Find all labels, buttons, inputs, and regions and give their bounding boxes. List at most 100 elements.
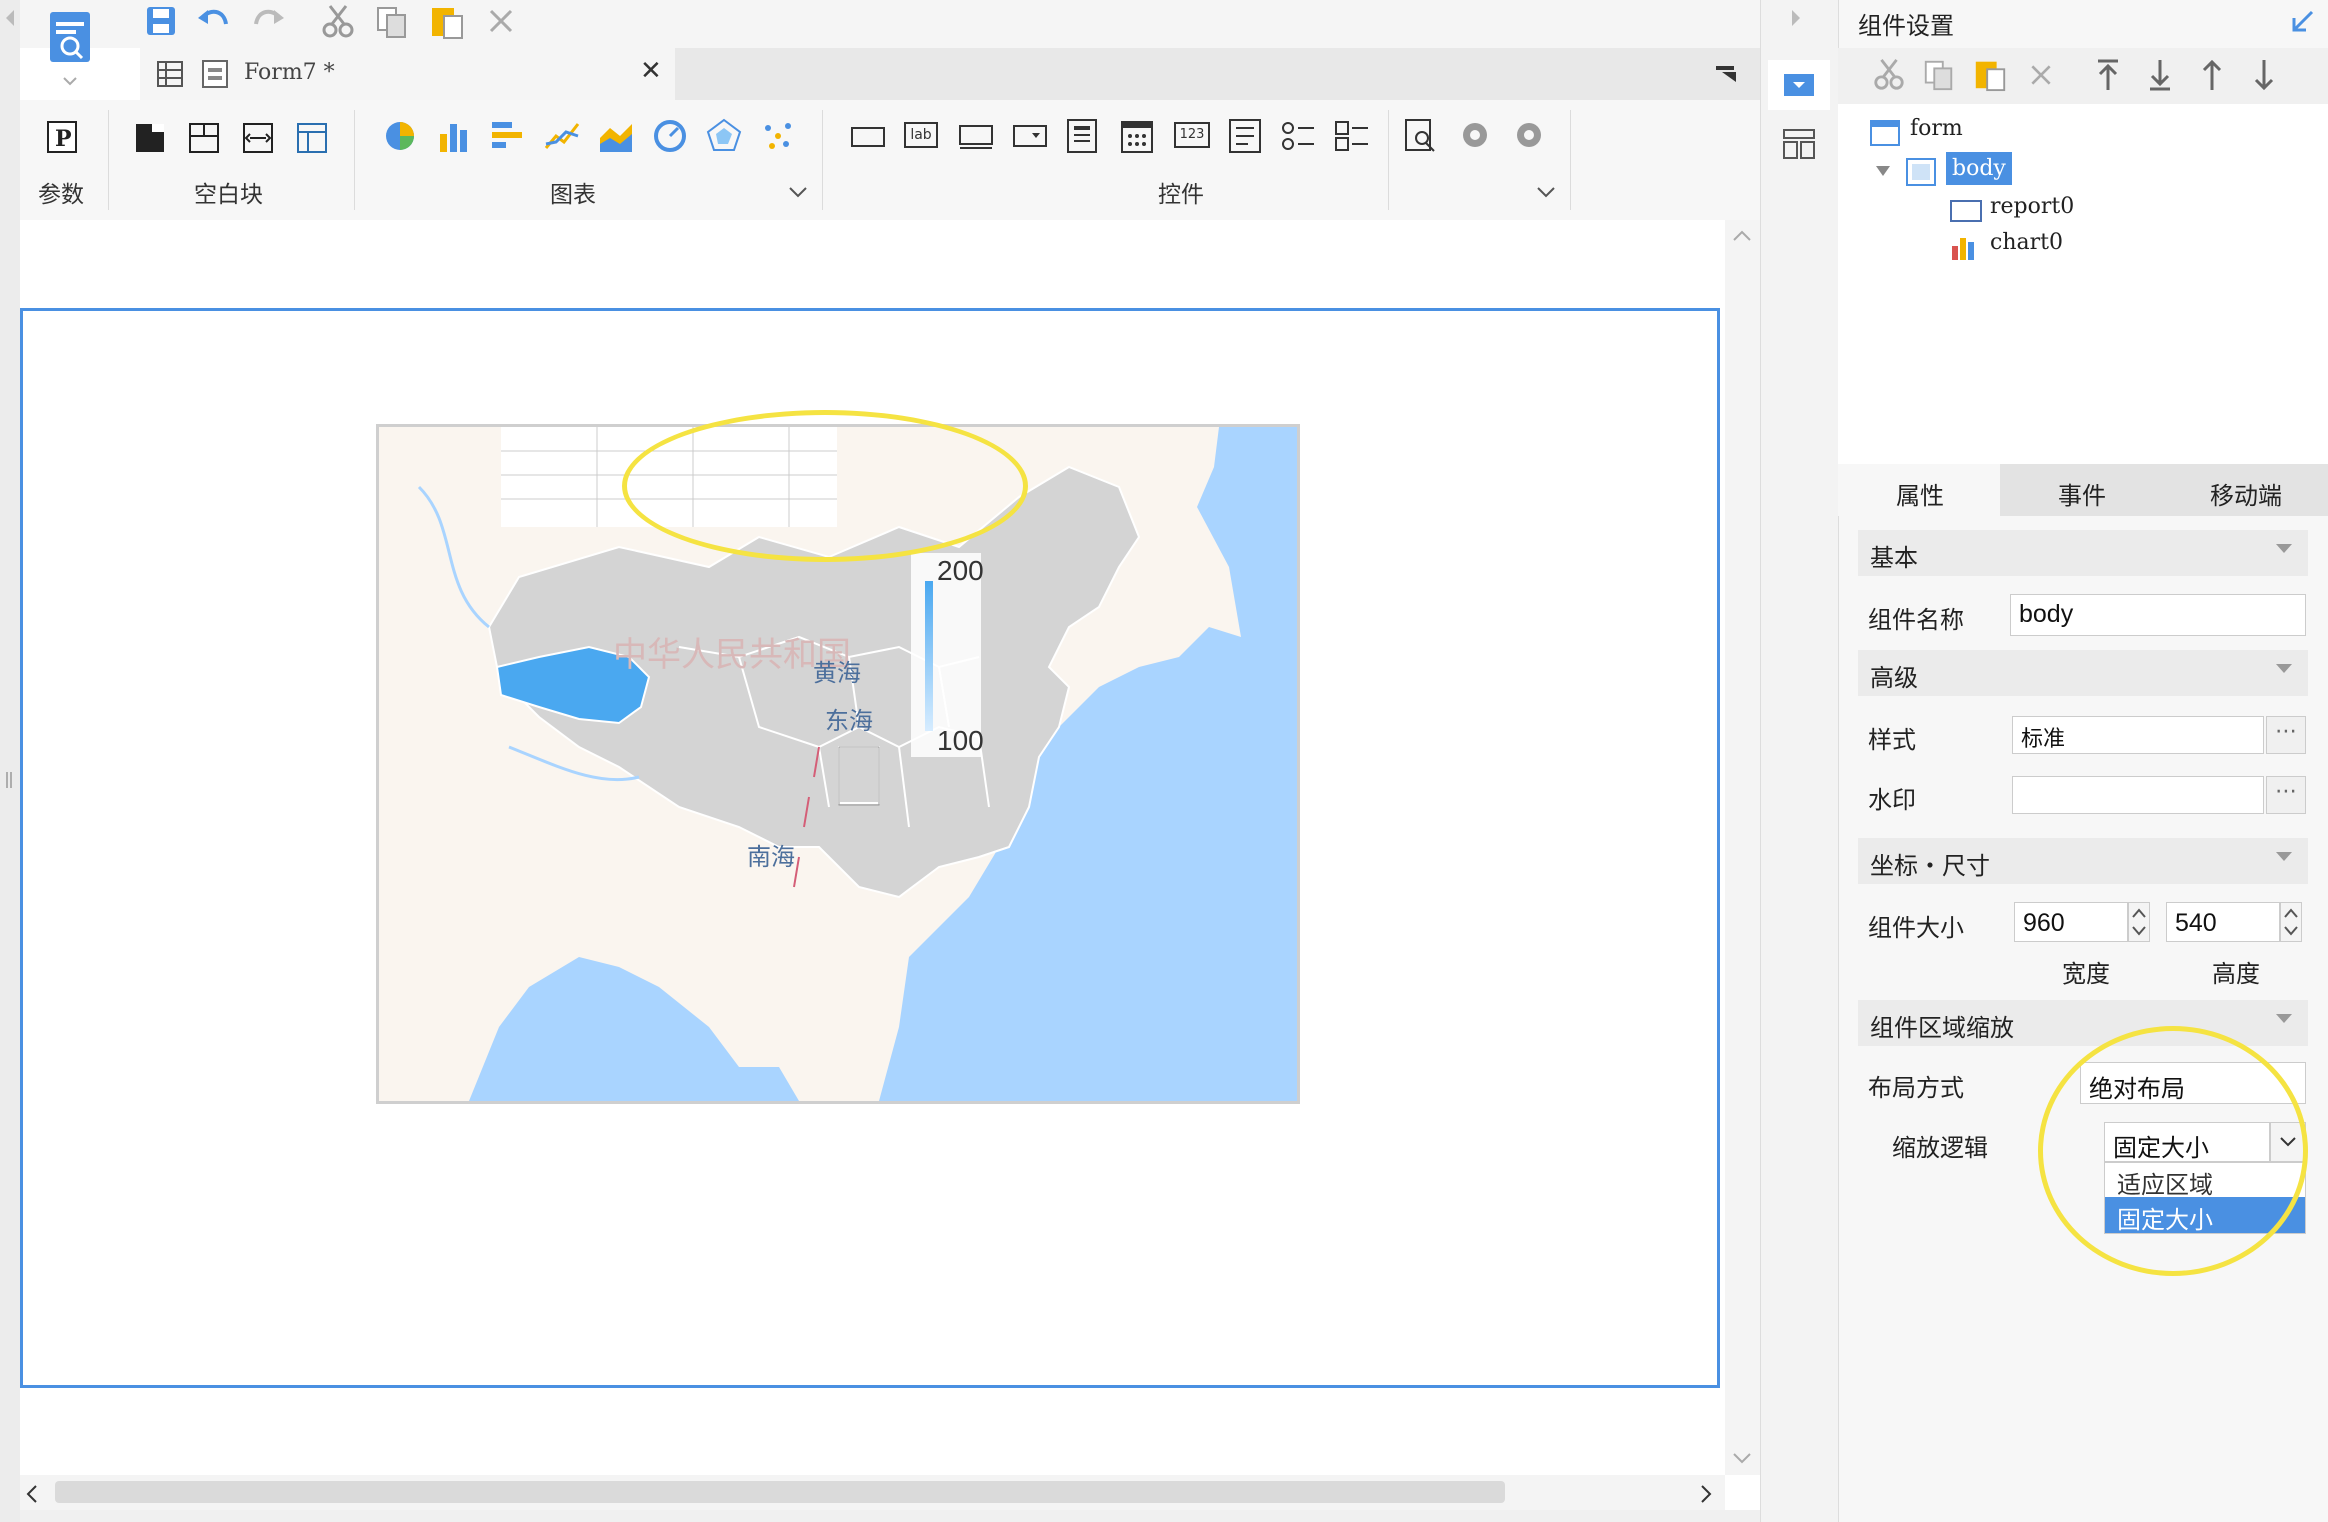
- horizontal-bar-chart-icon[interactable]: [490, 118, 526, 154]
- tab-properties[interactable]: 属性: [1838, 464, 2000, 516]
- widget-number-icon[interactable]: 123: [1174, 122, 1210, 148]
- parameter-icon[interactable]: P: [46, 120, 78, 154]
- undo-icon[interactable]: [196, 4, 232, 38]
- range-legend[interactable]: 200 100: [911, 553, 984, 757]
- bar-chart-icon[interactable]: [436, 118, 472, 154]
- group-label-widget: 控件: [1158, 181, 1204, 207]
- svg-text:P: P: [55, 126, 72, 152]
- height-stepper[interactable]: [2280, 902, 2302, 942]
- stepper-arrows-icon: [2284, 908, 2298, 936]
- gear-icon-2[interactable]: [1512, 118, 1546, 152]
- collapse-panel-icon[interactable]: [1790, 8, 1804, 28]
- style-input[interactable]: 标准: [2012, 716, 2264, 754]
- scale-option-fixed[interactable]: 固定大小: [2105, 1197, 2305, 1234]
- panel-title: 组件设置: [1858, 13, 1954, 40]
- settings-tab-icon: [1784, 74, 1814, 96]
- gear-icon-1[interactable]: [1458, 118, 1492, 152]
- move-down-icon[interactable]: [2250, 58, 2278, 92]
- size-label: 组件大小: [1868, 915, 1964, 942]
- save-icon[interactable]: [144, 4, 178, 38]
- section-zoom[interactable]: 组件区域缩放: [1858, 1000, 2308, 1046]
- map-chart[interactable]: 中华人民共和国 黄海 东海 南海 200 100: [376, 424, 1300, 1104]
- grid-icon: [157, 61, 183, 87]
- name-input[interactable]: body: [2010, 594, 2306, 636]
- horizontal-scroll-thumb[interactable]: [55, 1481, 1505, 1503]
- tree-node-label-selected: body: [1946, 152, 2012, 185]
- width-caption: 宽度: [2062, 961, 2110, 988]
- paste-icon[interactable]: [428, 2, 466, 40]
- tab-mobile[interactable]: 移动端: [2164, 464, 2328, 516]
- left-collapse-handle[interactable]: [0, 0, 20, 1522]
- tab-form7[interactable]: Form7 * ✕: [140, 48, 675, 100]
- widget-textarea-icon[interactable]: [1228, 118, 1262, 154]
- app-menu-button[interactable]: [40, 6, 96, 86]
- widget-settings-tab-button[interactable]: [1768, 60, 1830, 110]
- blank-block-icon-4[interactable]: [296, 122, 328, 154]
- layout-tab-icon[interactable]: [1782, 128, 1816, 160]
- chevron-down-icon: [2276, 852, 2292, 861]
- panel-delete-icon[interactable]: [2028, 62, 2054, 88]
- scroll-left-icon[interactable]: [24, 1484, 38, 1504]
- height-input[interactable]: 540: [2166, 902, 2280, 942]
- widget-radio-icon[interactable]: [1280, 118, 1316, 154]
- watermark-input[interactable]: [2012, 776, 2264, 814]
- widget-group-dropdown-icon[interactable]: [1536, 186, 1556, 200]
- gauge-chart-icon[interactable]: [652, 118, 688, 154]
- move-bottom-icon[interactable]: [2146, 58, 2174, 92]
- tab-close-icon[interactable]: ✕: [640, 56, 662, 86]
- pie-chart-icon[interactable]: [382, 118, 418, 154]
- scale-option-fit[interactable]: 适应区域: [2105, 1163, 2305, 1199]
- radar-chart-icon[interactable]: [706, 118, 742, 154]
- scroll-right-icon[interactable]: [1700, 1484, 1714, 1504]
- panel-cut-icon[interactable]: [1872, 58, 1906, 92]
- left-arrow-icon[interactable]: [2, 8, 16, 28]
- scale-select-toggle[interactable]: [2270, 1122, 2306, 1162]
- move-up-icon[interactable]: [2198, 58, 2226, 92]
- scroll-down-icon[interactable]: [1732, 1452, 1752, 1466]
- tab-events[interactable]: 事件: [2000, 464, 2164, 516]
- vertical-scrollbar[interactable]: [1725, 220, 1760, 1475]
- redo-icon[interactable]: [250, 4, 286, 38]
- style-label: 样式: [1868, 727, 1916, 754]
- drag-grip-icon[interactable]: [4, 770, 14, 790]
- blank-block-icon-2[interactable]: [188, 122, 220, 154]
- widget-date-icon[interactable]: [1120, 118, 1154, 154]
- china-map: [379, 427, 1297, 1101]
- collapse-toolbar-icon[interactable]: [1712, 60, 1742, 90]
- section-basic[interactable]: 基本: [1858, 530, 2308, 576]
- chevron-down-icon: [2276, 544, 2292, 553]
- scroll-up-icon[interactable]: [1732, 228, 1752, 242]
- tab-form7-label: Form7 *: [244, 60, 335, 85]
- widget-checkbox-icon[interactable]: [1334, 118, 1370, 154]
- tab-events-label: 事件: [2058, 483, 2106, 510]
- widget-search-icon[interactable]: [1404, 118, 1438, 154]
- width-stepper[interactable]: [2128, 902, 2150, 942]
- blank-block-icon-3[interactable]: [242, 122, 274, 154]
- widget-label-icon[interactable]: lab: [904, 122, 938, 148]
- widget-dropdown-icon[interactable]: [1012, 122, 1048, 150]
- width-input[interactable]: 960: [2014, 902, 2128, 942]
- layout-select[interactable]: 绝对布局: [2080, 1062, 2306, 1104]
- area-chart-icon[interactable]: [598, 118, 634, 154]
- chart-group-dropdown-icon[interactable]: [788, 186, 808, 200]
- style-more-button[interactable]: ⋯: [2266, 716, 2306, 754]
- scale-select[interactable]: 固定大小: [2104, 1122, 2270, 1162]
- blank-block-icon-1[interactable]: [134, 122, 166, 154]
- move-top-icon[interactable]: [2094, 58, 2122, 92]
- section-coords[interactable]: 坐标・尺寸: [1858, 838, 2308, 884]
- pin-panel-icon[interactable]: [2290, 8, 2316, 34]
- panel-copy-icon[interactable]: [1922, 58, 1956, 92]
- tree-expand-icon[interactable]: [1874, 164, 1892, 178]
- panel-paste-icon[interactable]: [1972, 56, 2008, 92]
- widget-list-icon[interactable]: [1066, 118, 1098, 154]
- group-label-chart: 图表: [550, 181, 596, 207]
- section-advanced[interactable]: 高级: [1858, 650, 2308, 696]
- widget-button-icon[interactable]: [958, 122, 994, 150]
- copy-icon[interactable]: [374, 4, 410, 40]
- delete-icon[interactable]: [486, 6, 516, 36]
- widget-textbox-icon[interactable]: [850, 124, 886, 150]
- line-chart-icon[interactable]: [544, 118, 580, 154]
- cut-icon[interactable]: [320, 4, 356, 40]
- watermark-more-button[interactable]: ⋯: [2266, 776, 2306, 814]
- scatter-chart-icon[interactable]: [760, 118, 796, 154]
